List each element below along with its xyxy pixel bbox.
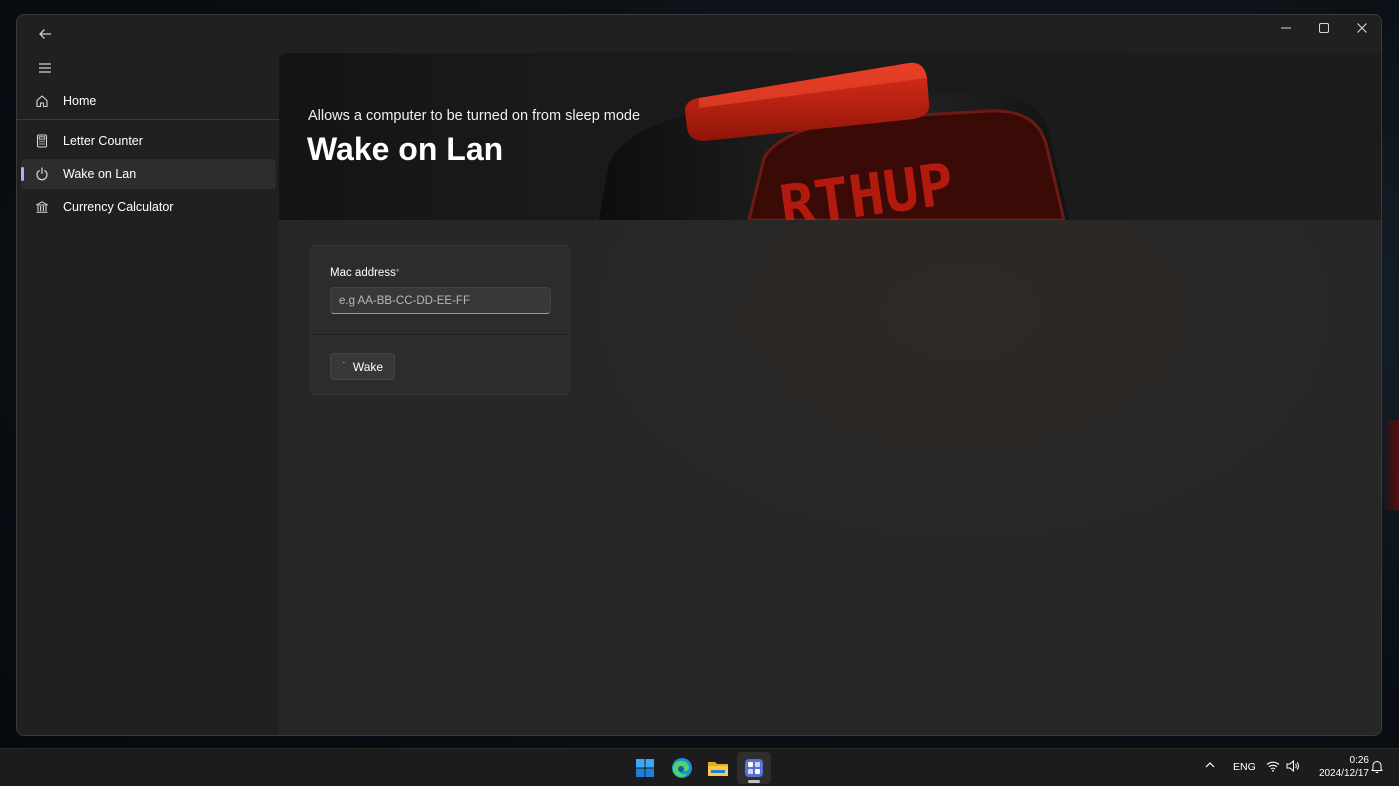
- language-indicator[interactable]: ENG: [1233, 761, 1256, 773]
- mac-address-label: Mac address*: [330, 267, 399, 279]
- mac-address-label-text: Mac address: [330, 267, 396, 279]
- maximize-icon: [1319, 23, 1329, 33]
- show-hidden-icons-button[interactable]: [1204, 760, 1216, 770]
- sidebar-item-letter-counter[interactable]: Letter Counter: [21, 126, 276, 156]
- card-divider: [311, 334, 569, 335]
- wake-button[interactable]: ⠂ Wake: [330, 353, 395, 380]
- clock[interactable]: 0:26 2024/12/17: [1319, 754, 1369, 780]
- taskbar: ENG 0:26 2024/12/17: [0, 748, 1399, 786]
- taskbar-file-explorer[interactable]: [701, 752, 735, 784]
- speaker-icon: [1286, 760, 1299, 772]
- sidebar-item-home[interactable]: Home: [21, 86, 276, 116]
- sidebar-item-label: Wake on Lan: [63, 167, 137, 181]
- bank-icon: [21, 200, 63, 214]
- edge-browser-icon: [672, 758, 692, 778]
- notifications-button[interactable]: [1371, 760, 1383, 773]
- file-explorer-icon: [708, 762, 728, 776]
- sidebar-item-wake-on-lan[interactable]: Wake on Lan: [21, 159, 276, 189]
- title-bar: [17, 15, 1381, 53]
- volume-button[interactable]: [1286, 760, 1300, 772]
- wake-button-label: Wake: [352, 359, 384, 374]
- clock-time: 0:26: [1349, 755, 1369, 766]
- hamburger-icon: [39, 63, 51, 73]
- minimize-button[interactable]: [1267, 15, 1305, 41]
- start-button[interactable]: [628, 752, 662, 784]
- background-wallpaper-accent: [1383, 420, 1399, 510]
- calculator-icon: [21, 134, 63, 148]
- sidebar-item-currency-calculator[interactable]: Currency Calculator: [21, 192, 276, 222]
- main-content: RTHUP Allows a computer to be turned on …: [279, 53, 1381, 735]
- arrow-left-icon: [39, 29, 51, 39]
- back-button[interactable]: [25, 21, 65, 47]
- chevron-up-icon: [1205, 762, 1215, 768]
- sidebar-item-label: Home: [63, 94, 97, 108]
- page-title: Wake on Lan: [307, 131, 504, 167]
- close-button[interactable]: [1343, 15, 1381, 41]
- mac-address-input[interactable]: [330, 287, 551, 314]
- required-marker: *: [395, 267, 400, 277]
- notification-bell-icon: [1371, 761, 1383, 773]
- power-icon: [21, 167, 63, 181]
- app-window: Home Letter Counter Wake on Lan Currency…: [16, 14, 1382, 736]
- taskbar-edge[interactable]: [665, 752, 699, 784]
- window-controls: [1267, 15, 1381, 43]
- page-subtitle: Allows a computer to be turned on from s…: [308, 108, 641, 124]
- network-button[interactable]: [1266, 760, 1280, 772]
- minimize-icon: [1281, 27, 1291, 29]
- mac-address-section: Mac address*: [311, 246, 569, 334]
- hero-artwork-image: RTHUP: [599, 62, 1069, 220]
- sidebar-item-label: Letter Counter: [63, 134, 143, 148]
- windows-start-icon: [636, 759, 654, 777]
- sidebar-item-label: Currency Calculator: [63, 200, 174, 214]
- wake-on-lan-card: Mac address* ⠂ Wake: [310, 245, 570, 395]
- home-icon: [21, 94, 63, 108]
- wifi-icon: [1266, 761, 1280, 772]
- hero-banner: RTHUP Allows a computer to be turned on …: [279, 53, 1381, 220]
- menu-toggle-button[interactable]: [25, 55, 65, 81]
- clock-date: 2024/12/17: [1318, 768, 1369, 779]
- maximize-button[interactable]: [1305, 15, 1343, 41]
- wake-icon: ⠂: [341, 359, 348, 368]
- close-icon: [1357, 23, 1367, 33]
- sidebar-divider: [17, 119, 279, 120]
- taskbar-toolbox-app[interactable]: [737, 752, 771, 784]
- toolbox-app-icon: [745, 759, 763, 777]
